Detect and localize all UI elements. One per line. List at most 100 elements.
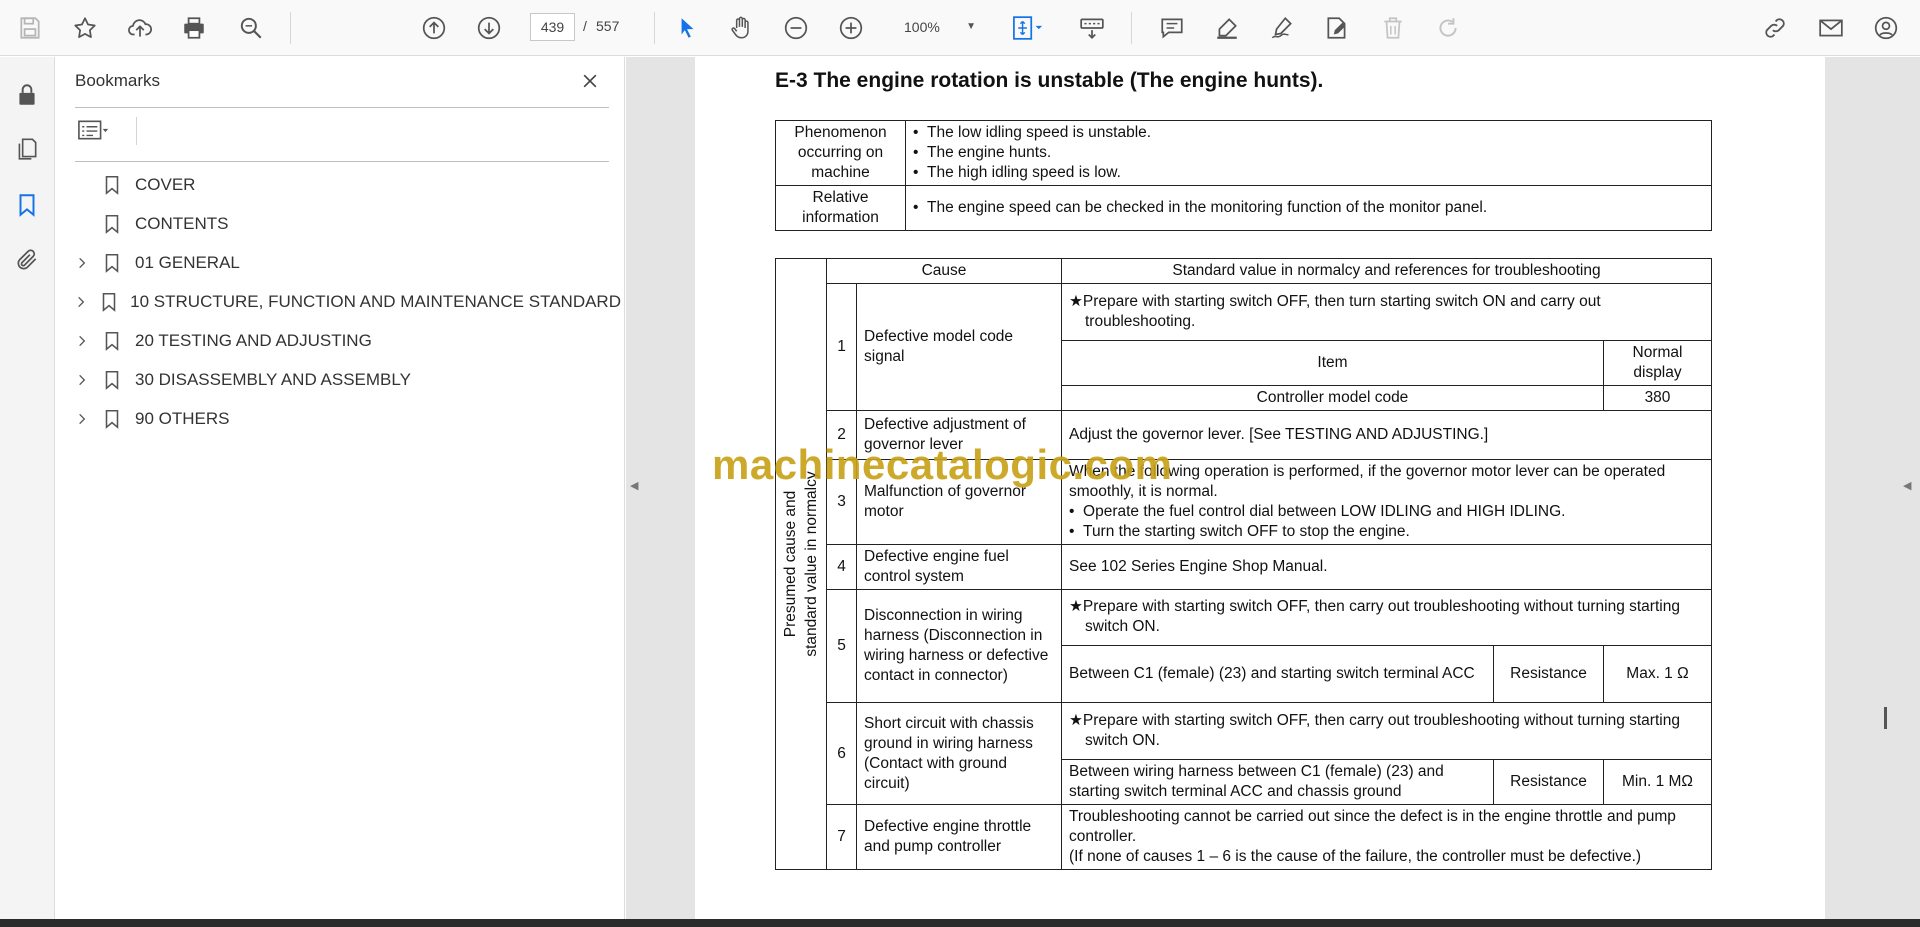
bookmark-item-general[interactable]: 01 GENERAL [71, 248, 621, 278]
bookmark-options-button[interactable] [75, 115, 123, 145]
measure-value: Min. 1 MΩ [1603, 759, 1712, 805]
relative-info-cell: • The engine speed can be checked in the… [905, 185, 1712, 231]
chevron-down-icon: ▼ [966, 21, 976, 32]
cloud-upload-icon[interactable] [122, 10, 158, 46]
draw-sign-icon[interactable] [1264, 10, 1300, 46]
cause-remedy: Troubleshooting cannot be carried out si… [1061, 804, 1712, 870]
cause-number: 4 [826, 543, 857, 590]
bookmark-ribbon-icon [91, 287, 126, 317]
list-options-icon [78, 120, 109, 140]
bookmark-label: 20 TESTING AND ADJUSTING [135, 331, 372, 350]
bookmark-item-cover[interactable]: COVER [71, 170, 621, 200]
normal-display-value: 380 [1603, 384, 1712, 411]
cause-text: Defective engine fuel control system [856, 543, 1062, 590]
page-heading: E-3 The engine rotation is unstable (The… [775, 69, 1324, 92]
chevron-right-icon[interactable] [71, 326, 93, 356]
bookmark-item-others[interactable]: 90 OTHERS [71, 404, 621, 434]
account-icon[interactable] [1868, 10, 1904, 46]
star-icon[interactable] [67, 10, 103, 46]
previous-page-icon[interactable] [416, 10, 452, 46]
page-fit-icon[interactable] [1005, 10, 1051, 46]
highlight-pen-icon[interactable] [1209, 10, 1245, 46]
check-point: Between C1 (female) (23) and starting sw… [1061, 645, 1494, 704]
attachment-icon[interactable] [9, 242, 45, 278]
page-total: 557 [596, 18, 620, 34]
cause-note: ★Prepare with starting switch OFF, then … [1061, 588, 1712, 647]
fill-sign-icon[interactable] [1319, 10, 1355, 46]
cause-column-header: Cause [826, 258, 1062, 284]
bookmark-spacer [71, 170, 93, 200]
chevron-right-icon[interactable] [71, 365, 93, 395]
bookmark-ribbon-icon [93, 170, 131, 200]
close-icon[interactable] [576, 67, 604, 95]
toolbar: 439 / 557 100% ▼ [0, 0, 1920, 56]
next-page-icon[interactable] [471, 10, 507, 46]
item-header: Item [1061, 339, 1604, 386]
phenomenon-cell: • The low idling speed is unstable. • Th… [905, 120, 1712, 186]
vertical-scrollbar[interactable] [1878, 57, 1903, 919]
zoom-level-select[interactable]: 100% ▼ [892, 13, 980, 41]
taskbar-strip [0, 919, 1920, 927]
bookmark-panel-icon[interactable] [9, 187, 45, 223]
bookmark-item-testing[interactable]: 20 TESTING AND ADJUSTING [71, 326, 621, 356]
page-separator: / [583, 18, 587, 34]
cause-text: Defective engine throttle and pump contr… [856, 804, 1062, 870]
check-point: Between wiring harness between C1 (femal… [1061, 759, 1494, 805]
share-link-icon[interactable] [1757, 10, 1793, 46]
bookmark-item-structure[interactable]: 10 STRUCTURE, FUNCTION AND MAINTENANCE S… [71, 287, 621, 317]
measure-value: Max. 1 Ω [1603, 645, 1712, 704]
comment-icon[interactable] [1154, 10, 1190, 46]
phenomenon-item: • The engine hunts. [913, 144, 1052, 161]
chevron-right-icon[interactable] [71, 404, 93, 434]
causes-side-label: Presumed cause and standard value in norm… [775, 258, 827, 870]
normal-display-header: Normal display [1603, 339, 1712, 386]
item-value: Controller model code [1061, 384, 1604, 411]
bookmark-label: 30 DISASSEMBLY AND ASSEMBLY [135, 370, 411, 389]
chevron-right-icon[interactable] [71, 287, 91, 317]
zoom-in-icon[interactable] [833, 10, 869, 46]
phenomenon-table: Phenomenon occurring on machine • The lo… [775, 120, 1712, 231]
redo-icon[interactable] [1430, 10, 1466, 46]
remedy-bullet: • Operate the fuel control dial between … [1069, 502, 1566, 520]
cause-number: 6 [826, 702, 857, 805]
hand-tool-icon[interactable] [723, 10, 759, 46]
scrollbar-thumb[interactable] [1884, 707, 1887, 729]
lock-icon[interactable] [9, 77, 45, 113]
bookmarks-title: Bookmarks [75, 71, 161, 90]
bookmark-item-contents[interactable]: CONTENTS [71, 209, 621, 239]
measure-type: Resistance [1493, 645, 1604, 704]
cause-number: 5 [826, 588, 857, 704]
remedy-bullet: • Turn the starting switch OFF to stop t… [1069, 522, 1410, 540]
relative-info-item: • The engine speed can be checked in the… [913, 199, 1488, 216]
email-icon[interactable] [1813, 10, 1849, 46]
collapse-panel-left-icon[interactable]: ◀ [630, 479, 638, 492]
print-icon[interactable] [176, 10, 212, 46]
bookmark-label: 90 OTHERS [135, 409, 230, 428]
zoom-out-icon[interactable] [778, 10, 814, 46]
causes-table: Presumed cause and standard value in norm… [775, 258, 1712, 870]
zoom-search-icon[interactable] [233, 10, 269, 46]
bookmark-label: 10 STRUCTURE, FUNCTION AND MAINTENANCE S… [130, 292, 621, 311]
zoom-level-value: 100% [904, 19, 940, 35]
select-cursor-icon[interactable] [669, 10, 705, 46]
phenomenon-label: Phenomenon occurring on machine [775, 120, 906, 186]
scroll-mode-icon[interactable] [1074, 10, 1110, 46]
save-icon[interactable] [12, 10, 48, 46]
bookmark-item-disassembly[interactable]: 30 DISASSEMBLY AND ASSEMBLY [71, 365, 621, 395]
page-number-input[interactable]: 439 [530, 13, 575, 41]
delete-icon[interactable] [1375, 10, 1411, 46]
page-thumbnails-icon[interactable] [9, 131, 45, 167]
cause-text: Short circuit with chassis ground in wir… [856, 702, 1062, 805]
bookmark-ribbon-icon [93, 365, 131, 395]
cause-text: Defective model code signal [856, 283, 1062, 411]
collapse-panel-right-icon[interactable]: ◀ [1903, 479, 1911, 492]
cause-note: ★Prepare with starting switch OFF, then … [1061, 283, 1712, 341]
cause-note: ★Prepare with starting switch OFF, then … [1061, 702, 1712, 760]
phenomenon-item: • The high idling speed is low. [913, 164, 1121, 181]
chevron-right-icon[interactable] [71, 248, 93, 278]
bookmarks-panel: Bookmarks COVER CONTENTS 01 GENERAL 10 S… [56, 57, 625, 919]
measure-type: Resistance [1493, 759, 1604, 805]
relative-info-label: Relative information [775, 185, 906, 231]
bookmark-ribbon-icon [93, 404, 131, 434]
bookmark-label: COVER [135, 175, 196, 194]
